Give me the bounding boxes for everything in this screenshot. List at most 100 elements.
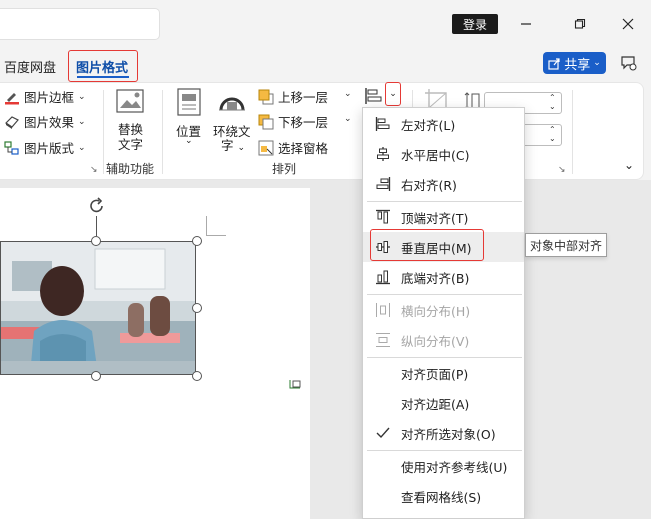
bring-forward-button[interactable]: 上移一层 <box>258 87 328 106</box>
align-button[interactable] <box>364 86 386 106</box>
chevron-down-icon: ⌄ <box>593 58 601 68</box>
align-right-icon <box>375 176 391 192</box>
align-bottom-menu-item[interactable]: 底端对齐(B) <box>363 262 524 292</box>
rotate-handle-stem <box>96 216 97 236</box>
menu-item-label: 横向分布(H) <box>401 303 471 319</box>
position-button[interactable]: 位置 ⌄ <box>172 88 206 152</box>
inserted-picture[interactable] <box>0 241 196 375</box>
picture-layout-icon <box>4 140 20 156</box>
tooltip: 对象中部对齐 <box>525 233 607 257</box>
margin-corner-mark <box>206 216 226 236</box>
bring-forward-label: 上移一层 <box>278 90 329 105</box>
align-to-page-menu-item[interactable]: 对齐页面(P) <box>363 358 524 388</box>
dialog-launcher-icon[interactable]: ↘ <box>90 165 98 175</box>
picture-effects-icon <box>4 114 20 130</box>
view-gridlines-menu-item[interactable]: 查看网格线(S) <box>363 481 524 511</box>
share-label: 共享 <box>564 57 591 73</box>
alt-text-icon <box>116 88 144 117</box>
accessibility-group-label: 辅助功能 <box>106 162 155 176</box>
wrap-text-button[interactable]: 环绕文 字 ⌄ <box>212 88 252 154</box>
close-icon[interactable] <box>616 12 640 36</box>
resize-handle-top[interactable] <box>91 236 101 246</box>
picture-layout-button[interactable]: 图片版式 ⌄ <box>4 138 86 157</box>
distribute-horizontally-menu-item: 横向分布(H) <box>363 295 524 325</box>
restore-icon[interactable] <box>568 12 592 36</box>
resize-handle-bottom[interactable] <box>91 371 101 381</box>
send-backward-label: 下移一层 <box>278 115 329 130</box>
chevron-down-icon[interactable]: ⌄ <box>344 89 352 99</box>
menu-item-label: 左对齐(L) <box>401 117 456 133</box>
menu-item-label: 对齐所选对象(O) <box>401 426 496 442</box>
group-divider <box>162 90 163 174</box>
align-left-menu-item[interactable]: 左对齐(L) <box>363 109 524 139</box>
highlight-box-tab <box>68 50 138 82</box>
send-backward-icon <box>258 114 274 130</box>
chevron-down-icon: ⌄ <box>78 91 86 102</box>
chevron-down-icon: ⌄ <box>78 116 86 127</box>
align-to-margin-menu-item[interactable]: 对齐边距(A) <box>363 388 524 418</box>
picture-border-label: 图片边框 <box>24 90 75 105</box>
wrap-text-label-2: 字 ⌄ <box>221 135 245 154</box>
menu-item-label: 查看网格线(S) <box>401 489 482 505</box>
collapse-ribbon-icon[interactable]: ⌄ <box>624 158 634 172</box>
search-box[interactable] <box>0 8 160 40</box>
alt-text-label-2: 文字 <box>118 137 144 152</box>
menu-item-label: 顶端对齐(T) <box>401 210 469 226</box>
menu-item-label: 对齐边距(A) <box>401 396 470 412</box>
stepper-arrows-icon[interactable]: ⌃ ⌄ <box>549 125 556 143</box>
use-alignment-guides-menu-item[interactable]: 使用对齐参考线(U) <box>363 451 524 481</box>
send-backward-button[interactable]: 下移一层 <box>258 112 328 131</box>
bring-forward-icon <box>258 89 274 105</box>
align-center-icon <box>375 146 391 162</box>
chevron-down-icon: ⌄ <box>78 142 86 153</box>
selection-pane-label: 选择窗格 <box>278 141 329 156</box>
highlight-box-menu-item <box>370 229 484 261</box>
distribute-vertical-icon <box>375 332 391 348</box>
tab-baidu-netdisk[interactable]: 百度网盘 <box>4 52 56 80</box>
selection-pane-icon <box>258 140 274 156</box>
align-bottom-icon <box>375 269 391 285</box>
wrap-text-icon <box>218 90 246 117</box>
group-divider <box>103 90 104 174</box>
align-left-icon <box>365 88 382 104</box>
picture-border-icon <box>4 89 20 105</box>
resize-handle-right[interactable] <box>192 303 202 313</box>
layout-options-icon[interactable] <box>288 378 302 395</box>
checkmark-icon <box>375 425 391 441</box>
login-button[interactable]: 登录 <box>452 14 498 34</box>
share-icon <box>548 57 560 70</box>
picture-effects-label: 图片效果 <box>24 115 75 130</box>
comments-icon[interactable] <box>618 52 640 74</box>
menu-item-label: 使用对齐参考线(U) <box>401 459 508 475</box>
picture-effects-button[interactable]: 图片效果 ⌄ <box>4 112 86 131</box>
resize-handle-bottom-right[interactable] <box>192 371 202 381</box>
group-divider <box>572 90 573 174</box>
picture-layout-label: 图片版式 <box>24 141 75 156</box>
arrange-group-label: 排列 <box>272 162 297 176</box>
alt-text-button[interactable]: 替换 文字 <box>112 88 148 152</box>
menu-item-label: 水平居中(C) <box>401 147 470 163</box>
menu-item-label: 右对齐(R) <box>401 177 457 193</box>
align-top-menu-item[interactable]: 顶端对齐(T) <box>363 202 524 232</box>
resize-handle-top-right[interactable] <box>192 236 202 246</box>
align-center-menu-item[interactable]: 水平居中(C) <box>363 139 524 169</box>
chevron-down-icon[interactable]: ⌄ <box>344 114 352 124</box>
align-dropdown-chevron[interactable]: ⌄ <box>385 82 401 106</box>
share-button[interactable]: 共享 ⌄ <box>543 52 606 74</box>
stepper-arrows-icon[interactable]: ⌃ ⌄ <box>549 93 556 111</box>
wrap-text-label-2-text: 字 <box>221 138 234 153</box>
rotate-handle-icon[interactable] <box>87 196 107 219</box>
picture-border-button[interactable]: 图片边框 ⌄ <box>4 87 86 106</box>
distribute-horizontal-icon <box>375 302 391 318</box>
chevron-down-icon: ⌄ <box>237 143 246 153</box>
minimize-icon[interactable] <box>514 12 538 36</box>
align-top-icon <box>375 209 391 225</box>
position-icon <box>177 88 201 119</box>
selection-pane-button[interactable]: 选择窗格 <box>258 138 328 157</box>
menu-item-label: 底端对齐(B) <box>401 270 470 286</box>
dialog-launcher-icon[interactable]: ↘ <box>558 165 566 175</box>
align-right-menu-item[interactable]: 右对齐(R) <box>363 169 524 199</box>
chevron-down-icon: ⌄ <box>185 136 193 146</box>
align-left-icon <box>375 116 391 132</box>
align-selected-objects-menu-item[interactable]: 对齐所选对象(O) <box>363 418 524 448</box>
